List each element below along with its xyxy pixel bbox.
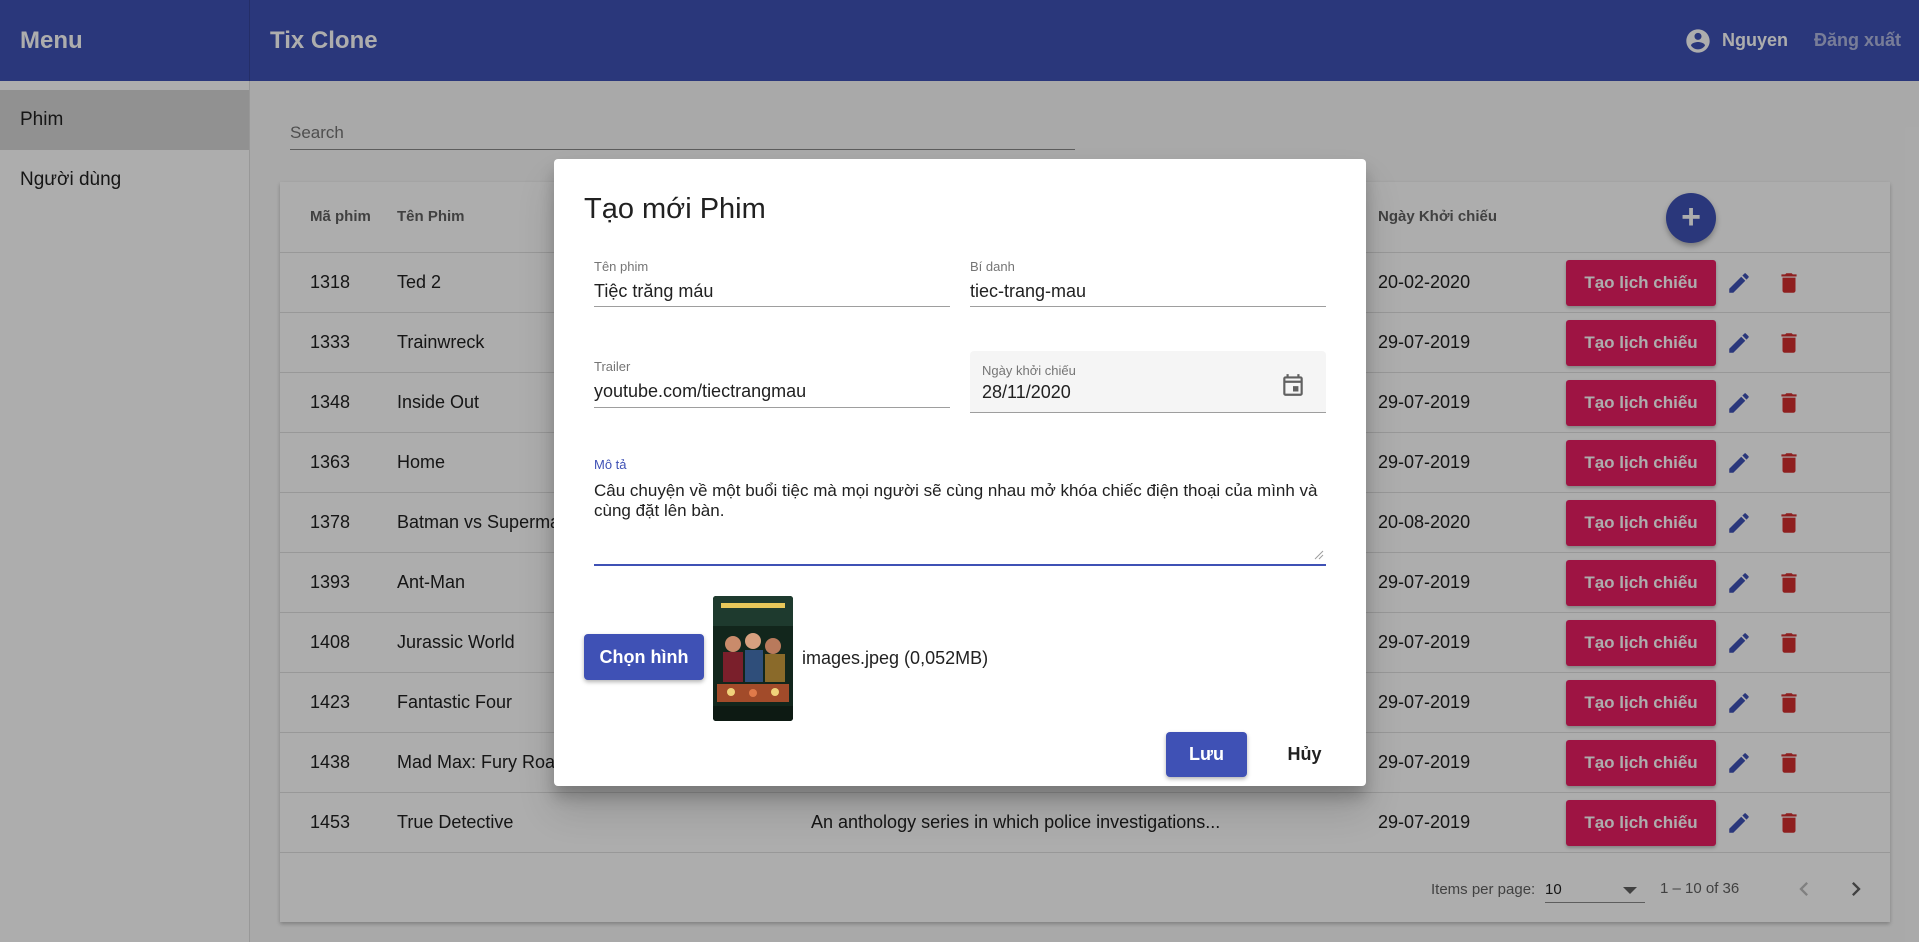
calendar-icon[interactable] <box>1280 372 1306 398</box>
trailer-underline <box>594 407 950 408</box>
resize-handle-icon[interactable] <box>1312 548 1324 560</box>
ten-phim-label: Tên phim <box>594 259 649 274</box>
ngay-khoi-chieu-field[interactable]: Ngày khởi chiếu 28/11/2020 <box>970 351 1326 413</box>
trailer-input[interactable]: youtube.com/tiectrangmau <box>594 381 806 402</box>
cancel-button[interactable]: Hủy <box>1264 732 1345 777</box>
bi-danh-input[interactable]: tiec-trang-mau <box>970 281 1086 302</box>
ten-phim-input[interactable]: Tiệc trăng máu <box>594 281 713 302</box>
save-button[interactable]: Lưu <box>1166 732 1247 777</box>
mo-ta-underline <box>594 564 1326 566</box>
dialog-title: Tạo mới Phim <box>584 193 766 225</box>
choose-image-button[interactable]: Chọn hình <box>584 634 704 680</box>
ten-phim-underline <box>594 306 950 307</box>
ngay-khoi-chieu-input[interactable]: 28/11/2020 <box>982 382 1071 403</box>
trailer-field[interactable]: Trailer youtube.com/tiectrangmau <box>594 359 950 408</box>
mo-ta-textarea[interactable]: Câu chuyện về một buổi tiệc mà mọi người… <box>594 481 1324 521</box>
poster-thumbnail <box>713 596 793 721</box>
bi-danh-field[interactable]: Bí danh tiec-trang-mau <box>970 259 1326 307</box>
bi-danh-underline <box>970 306 1326 307</box>
file-info: images.jpeg (0,052MB) <box>802 648 989 668</box>
mo-ta-field[interactable]: Mô tả Câu chuyện về một buổi tiệc mà mọi… <box>594 457 1326 566</box>
ngay-khoi-chieu-label: Ngày khởi chiếu <box>982 363 1076 378</box>
ten-phim-field[interactable]: Tên phim Tiệc trăng máu <box>594 259 950 307</box>
ngay-khoi-chieu-underline <box>970 412 1326 413</box>
create-movie-dialog: Tạo mới Phim Tên phim Tiệc trăng máu Bí … <box>554 159 1366 786</box>
trailer-label: Trailer <box>594 359 631 374</box>
mo-ta-label: Mô tả <box>594 457 627 472</box>
bi-danh-label: Bí danh <box>970 259 1015 274</box>
